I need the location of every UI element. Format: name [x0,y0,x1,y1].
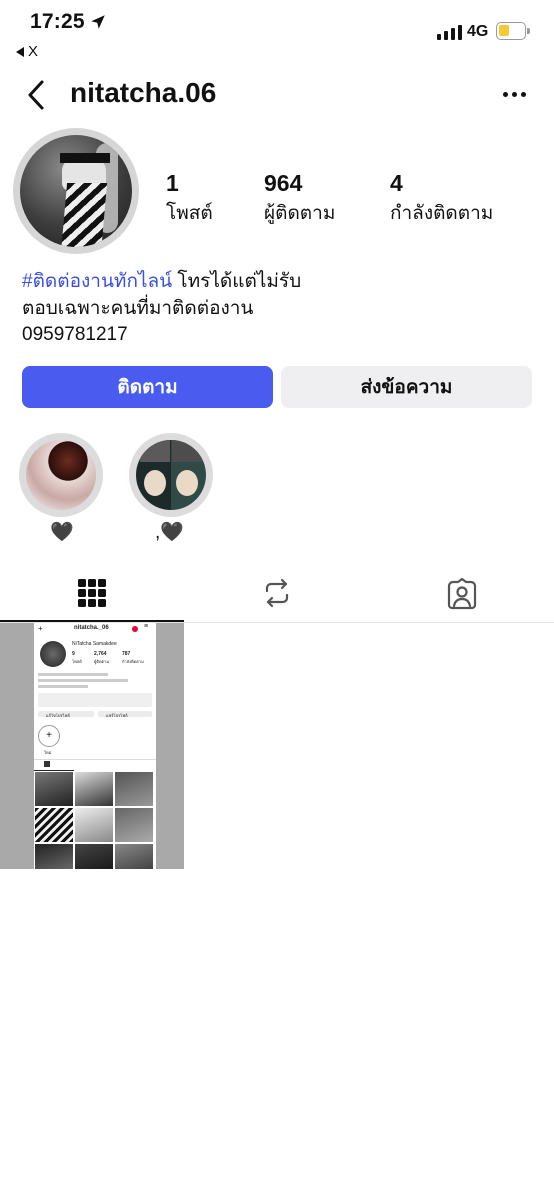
posts-count: 1 [166,170,179,196]
followers-count[interactable]: 964 [264,170,302,197]
back-to-app-link[interactable]: X [16,43,38,60]
tagged-person-icon[interactable] [446,578,478,610]
followers-label[interactable]: ผู้ติดตาม [264,198,335,228]
grid-icon[interactable] [78,578,106,608]
bio-line-1: #ติดต่องานทักไลน์ โทรได้แต่ไม่รับ [22,269,301,295]
back-triangle-icon [16,46,24,57]
posts-label: โพสต์ [166,203,213,224]
profile-username: nitatcha.06 [70,77,217,108]
bio-hashtag-link[interactable]: #ติดต่องานทักไลน์ [22,271,172,292]
following-label[interactable]: กำลังติดตาม [390,198,493,228]
back-app-label: X [28,43,39,60]
more-horizontal-icon[interactable] [503,86,529,102]
post-screenshot: + nitatcha._06 ≡ NiTatcha Samakdee 9 2,7… [34,623,156,869]
highlight-1-cover[interactable] [26,440,96,510]
bio-line-2: ตอบเฉพาะคนที่มาติดต่องาน [22,298,254,319]
message-button[interactable]: ส่งข้อความ [281,366,532,408]
network-type: 4G [467,23,489,40]
reposts-icon[interactable] [262,578,292,608]
highlight-1-label: 🖤 [50,522,74,543]
highlight-2-cover[interactable] [136,440,206,510]
follow-button[interactable]: ติดตาม [22,366,273,408]
following-count[interactable]: 4 [390,170,403,197]
avatar[interactable] [20,135,132,247]
chevron-left-icon[interactable] [22,78,52,112]
post-display-name: NiTatcha Samakdee [72,641,117,647]
post-username: nitatcha._06 [74,625,109,631]
highlight-2-label: ,🖤 [155,522,184,543]
post-thumbnail[interactable]: + nitatcha._06 ≡ NiTatcha Samakdee 9 2,7… [0,623,184,869]
signal-bars-icon [437,24,462,40]
location-arrow-icon [91,15,105,29]
bio-phone: 0959781217 [22,324,128,345]
battery-icon [496,22,530,40]
bio-text: โทรได้แต่ไม่รับ [172,271,302,292]
status-time: 17:25 [30,10,85,33]
